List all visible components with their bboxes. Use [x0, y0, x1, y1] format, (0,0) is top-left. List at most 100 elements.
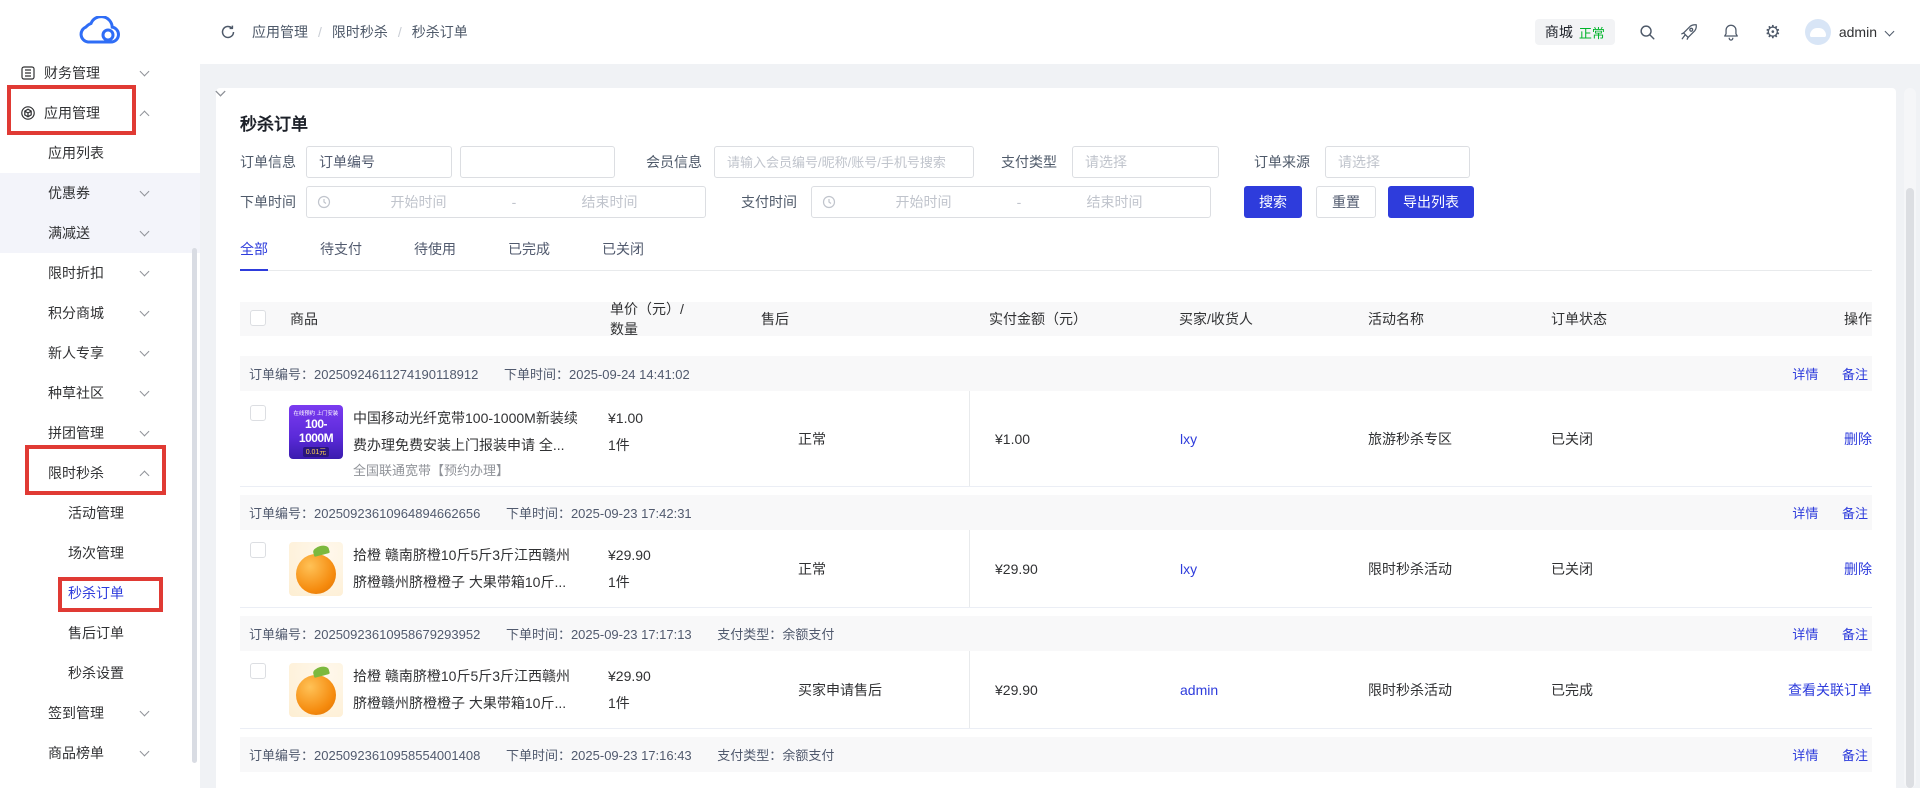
- shop-status-badge[interactable]: 商城 正常: [1535, 19, 1615, 45]
- chevron-down-icon: [140, 748, 150, 758]
- order-no-input[interactable]: [460, 146, 615, 178]
- rocket-icon[interactable]: [1679, 22, 1699, 42]
- chevron-down-icon: [140, 228, 150, 238]
- sidebar-item-flash-sale-settings[interactable]: 秒杀设置: [0, 653, 200, 693]
- order-no-value: 20250924611274190118912: [314, 367, 478, 382]
- column-buyer: 买家/收货人: [1140, 309, 1330, 329]
- select-all-checkbox[interactable]: [250, 310, 266, 326]
- row-checkbox[interactable]: [250, 663, 266, 679]
- topbar: 应用管理 / 限时秒杀 / 秒杀订单 商城 正常 ⚙ admin: [200, 0, 1920, 64]
- sidebar-item-coupon[interactable]: 优惠券: [0, 173, 200, 213]
- sidebar-item-app-list[interactable]: 应用列表: [0, 133, 200, 173]
- bell-icon[interactable]: [1721, 22, 1741, 42]
- order-status: 已关闭: [1520, 391, 1680, 486]
- search-icon[interactable]: [1637, 22, 1657, 42]
- tab-closed[interactable]: 已关闭: [602, 234, 644, 271]
- delete-link[interactable]: 删除: [1844, 429, 1872, 449]
- chevron-down-icon: [1885, 27, 1895, 37]
- refresh-icon[interactable]: [220, 24, 236, 40]
- sidebar: 财务管理 应用管理 应用列表 优惠券 满减送 限时折扣 积分商城: [0, 0, 200, 788]
- product-image: [289, 542, 343, 596]
- pay-type-label: 支付类型: [1001, 152, 1057, 172]
- remark-link[interactable]: 备注: [1842, 367, 1868, 382]
- member-search-input[interactable]: [714, 146, 974, 178]
- sidebar-item-newcomer[interactable]: 新人专享: [0, 333, 200, 373]
- gear-icon[interactable]: ⚙: [1763, 22, 1783, 42]
- sidebar-item-product-ranking[interactable]: 商品榜单: [0, 733, 200, 773]
- order-time-label: 下单时间：: [504, 367, 569, 382]
- page-title: 秒杀订单: [240, 88, 1872, 136]
- column-order-status: 订单状态: [1520, 309, 1680, 329]
- detail-link[interactable]: 详情: [1792, 506, 1818, 521]
- breadcrumb-item[interactable]: 应用管理: [252, 22, 308, 42]
- row-checkbox[interactable]: [250, 542, 266, 558]
- pay-type-label: 支付类型：: [717, 627, 782, 642]
- sidebar-item-aftersale-orders[interactable]: 售后订单: [0, 613, 200, 653]
- sidebar-item-app-management[interactable]: 应用管理: [0, 93, 200, 133]
- page-scrollbar[interactable]: [1904, 88, 1916, 788]
- order-time-range-input[interactable]: 开始时间 - 结束时间: [306, 186, 706, 218]
- order-field-select[interactable]: 订单编号: [306, 146, 452, 178]
- chevron-down-icon: [140, 268, 150, 278]
- order-source-select[interactable]: 请选择: [1325, 146, 1470, 178]
- order-no-value: 20250923610958679293952: [314, 627, 480, 642]
- order-no-value: 20250923610964894662656: [314, 506, 480, 521]
- sidebar-item-checkin[interactable]: 签到管理: [0, 693, 200, 733]
- filter-row-2: 下单时间 开始时间 - 结束时间 支付时间 开始时间 - 结束时间 搜索 重置 …: [240, 186, 1872, 218]
- detail-link[interactable]: 详情: [1792, 627, 1818, 642]
- delete-link[interactable]: 删除: [1844, 559, 1872, 579]
- order-no-label: 订单编号：: [249, 627, 314, 642]
- sidebar-item-activity-management[interactable]: 活动管理: [0, 493, 200, 533]
- detail-link[interactable]: 详情: [1792, 367, 1818, 382]
- tab-all[interactable]: 全部: [240, 234, 268, 271]
- unit-price: ¥29.90: [608, 542, 690, 569]
- avatar: [1805, 19, 1831, 45]
- quantity: 1件: [608, 432, 690, 459]
- table-header: 商品 单价（元）/数量 售后 实付金额（元） 买家/收货人 活动名称 订单状态 …: [240, 302, 1872, 336]
- chevron-down-icon: [1198, 157, 1208, 167]
- cloud-logo-icon: [77, 16, 123, 48]
- user-menu[interactable]: admin: [1805, 19, 1895, 45]
- sidebar-scrollbar[interactable]: [192, 248, 197, 763]
- export-button[interactable]: 导出列表: [1388, 186, 1474, 218]
- breadcrumb-separator: /: [398, 24, 402, 40]
- sidebar-item-flash-sale-orders[interactable]: 秒杀订单: [0, 573, 200, 613]
- remark-link[interactable]: 备注: [1842, 748, 1868, 763]
- sidebar-item-finance[interactable]: 财务管理: [0, 58, 200, 93]
- breadcrumb-item[interactable]: 秒杀订单: [412, 22, 468, 42]
- sidebar-item-points-mall[interactable]: 积分商城: [0, 293, 200, 333]
- buyer-link[interactable]: lxy: [1180, 431, 1197, 447]
- pay-time-range-input[interactable]: 开始时间 - 结束时间: [811, 186, 1211, 218]
- view-related-order-link[interactable]: 查看关联订单: [1788, 680, 1872, 700]
- order-time-value: 2025-09-24 14:41:02: [569, 367, 690, 382]
- remark-link[interactable]: 备注: [1842, 627, 1868, 642]
- sidebar-item-time-discount[interactable]: 限时折扣: [0, 253, 200, 293]
- chevron-down-icon: [140, 388, 150, 398]
- order-time-value: 2025-09-23 17:16:43: [571, 748, 692, 763]
- sidebar-item-community[interactable]: 种草社区: [0, 373, 200, 413]
- buyer-link[interactable]: admin: [1180, 682, 1218, 698]
- tab-completed[interactable]: 已完成: [508, 234, 550, 271]
- page-scrollbar-thumb[interactable]: [1906, 188, 1914, 788]
- sidebar-item-flash-sale[interactable]: 限时秒杀: [0, 453, 200, 493]
- sidebar-menu: 财务管理 应用管理 应用列表 优惠券 满减送 限时折扣 积分商城: [0, 58, 200, 788]
- buyer-link[interactable]: lxy: [1180, 561, 1197, 577]
- order-status: 已关闭: [1520, 530, 1680, 607]
- detail-link[interactable]: 详情: [1792, 748, 1818, 763]
- remark-link[interactable]: 备注: [1842, 506, 1868, 521]
- tab-pending-payment[interactable]: 待支付: [320, 234, 362, 271]
- pay-type-select[interactable]: 请选择: [1072, 146, 1219, 178]
- reset-button[interactable]: 重置: [1316, 186, 1376, 218]
- search-button[interactable]: 搜索: [1244, 186, 1302, 218]
- tab-pending-use[interactable]: 待使用: [414, 234, 456, 271]
- sidebar-item-group-buy[interactable]: 拼团管理: [0, 413, 200, 453]
- order-group: 订单编号：20250923610958679293952 下单时间：2025-0…: [240, 616, 1872, 729]
- sidebar-item-session-management[interactable]: 场次管理: [0, 533, 200, 573]
- clock-icon: [822, 195, 836, 209]
- sidebar-item-full-discount[interactable]: 满减送: [0, 213, 200, 253]
- breadcrumb-item[interactable]: 限时秒杀: [332, 22, 388, 42]
- row-checkbox[interactable]: [250, 405, 266, 421]
- breadcrumb: 应用管理 / 限时秒杀 / 秒杀订单: [220, 0, 468, 64]
- order-time-label: 下单时间：: [506, 506, 571, 521]
- order-no-label: 订单编号：: [249, 506, 314, 521]
